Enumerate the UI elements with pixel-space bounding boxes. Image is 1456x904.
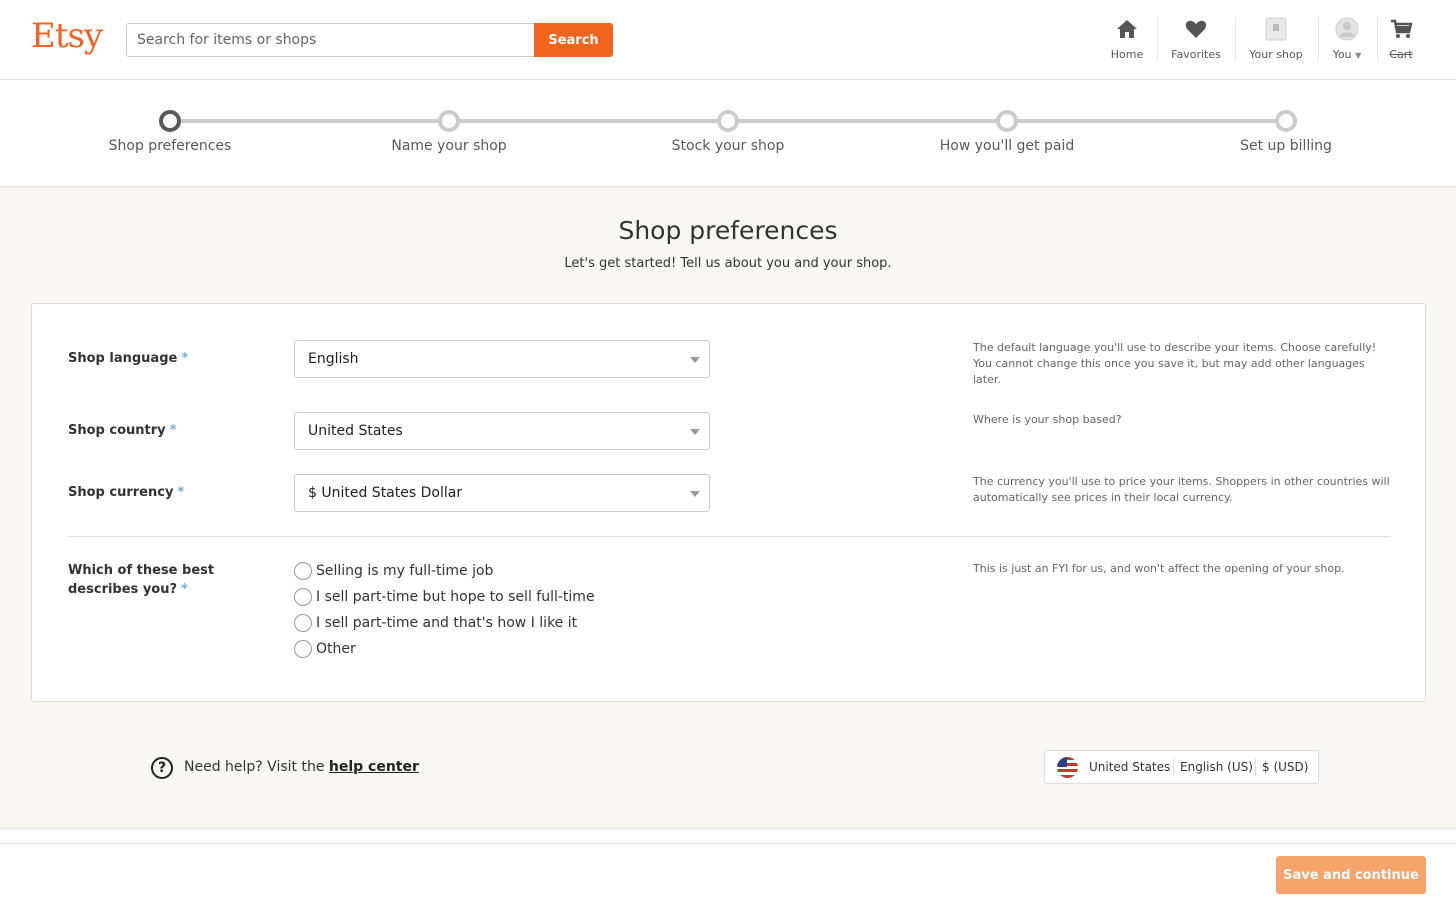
nav-your-shop-label: Your shop <box>1249 48 1303 61</box>
shop-language-label-text: Shop language <box>68 351 178 366</box>
step-label-billing: Set up billing <box>1240 138 1332 154</box>
bottom-action-bar: Save and continue <box>0 843 1456 904</box>
step-label-get-paid: How you'll get paid <box>939 138 1075 154</box>
shop-currency-label-text: Shop currency <box>68 485 174 500</box>
search-input[interactable] <box>126 23 535 57</box>
nav-favorites-label: Favorites <box>1171 48 1221 61</box>
onboarding-stepper: Shop preferences Name your shop Stock yo… <box>0 81 1456 187</box>
nav-divider <box>1318 17 1319 61</box>
shop-currency-select[interactable]: $ United States Dollar <box>294 474 710 512</box>
radio-option-label: Selling is my full-time job <box>316 563 494 579</box>
required-mark: * <box>169 423 177 438</box>
nav-cart-label: Cart <box>1389 48 1413 61</box>
locale-language: English (US) <box>1180 760 1253 774</box>
search-button[interactable]: Search <box>534 23 613 57</box>
radio-button[interactable] <box>294 640 312 658</box>
required-mark: * <box>181 582 188 597</box>
home-icon <box>1117 20 1137 38</box>
nav-you-text: You <box>1332 48 1352 61</box>
shop-currency-help: The currency you'll use to price your it… <box>973 475 1390 504</box>
shop-country-help: Where is your shop based? <box>973 413 1122 426</box>
help-footer-text: Need help? Visit the help center <box>184 759 419 775</box>
required-mark: * <box>181 351 189 366</box>
chevron-down-icon <box>690 491 700 497</box>
nav-you[interactable]: You ▼ <box>1326 17 1368 65</box>
step-dot-name-your-shop <box>438 110 460 132</box>
radio-button[interactable] <box>294 614 312 632</box>
shop-country-select[interactable]: United States <box>294 412 710 450</box>
main-content: Shop preferences Let's get started! Tell… <box>0 187 1456 828</box>
nav-home-label: Home <box>1110 48 1144 61</box>
nav-divider <box>1235 17 1236 61</box>
page-subtitle: Let's get started! Tell us about you and… <box>564 256 892 271</box>
chevron-down-icon <box>690 429 700 435</box>
heart-icon <box>1185 20 1207 38</box>
nav-you-label: You ▼ <box>1326 48 1368 61</box>
shop-currency-label: Shop currency * <box>68 483 184 502</box>
nav-home[interactable]: Home <box>1104 17 1150 65</box>
step-dot-shop-preferences <box>159 110 181 132</box>
required-mark: * <box>177 485 185 500</box>
shop-icon <box>1265 17 1287 41</box>
preferences-form: Shop language * English The default langu… <box>31 303 1426 702</box>
form-divider <box>68 536 1390 537</box>
step-dot-billing <box>1275 110 1297 132</box>
site-header: Etsy Search Home Favorites Your shop You… <box>0 0 1456 80</box>
shop-language-help: The default language you'll use to descr… <box>973 341 1377 386</box>
help-center-link[interactable]: help center <box>329 759 419 775</box>
nav-cart[interactable]: Cart <box>1384 17 1418 65</box>
locale-currency: $ (USD) <box>1262 760 1309 774</box>
page-title: Shop preferences <box>618 216 838 245</box>
locale-divider <box>1255 758 1256 776</box>
etsy-logo[interactable]: Etsy <box>31 16 103 56</box>
describes-you-label: Which of these best describes you? * <box>68 561 214 599</box>
shop-country-label: Shop country * <box>68 421 176 440</box>
shop-language-select[interactable]: English <box>294 340 710 378</box>
us-flag-icon <box>1057 757 1078 778</box>
chevron-down-icon: ▼ <box>1355 51 1362 60</box>
locale-settings-button[interactable]: United States English (US) $ (USD) <box>1044 750 1319 784</box>
locale-divider <box>1173 758 1174 776</box>
radio-button[interactable] <box>294 588 312 606</box>
shop-language-value: English <box>308 351 359 367</box>
step-label-shop-preferences: Shop preferences <box>108 138 232 154</box>
describes-you-help: This is just an FYI for us, and won't af… <box>973 562 1345 575</box>
nav-divider <box>1157 17 1158 61</box>
shop-currency-value: $ United States Dollar <box>308 485 463 501</box>
question-icon: ? <box>151 757 173 779</box>
radio-button[interactable] <box>294 562 312 580</box>
locale-country: United States <box>1089 760 1171 774</box>
cart-icon <box>1391 19 1413 38</box>
shop-country-value: United States <box>308 423 403 439</box>
chevron-down-icon <box>690 357 700 363</box>
step-label-stock-your-shop: Stock your shop <box>671 138 785 154</box>
radio-option-label: I sell part-time and that's how I like i… <box>316 615 578 631</box>
describes-you-label-line2: describes you? <box>68 582 178 597</box>
radio-option-label: Other <box>316 641 356 657</box>
nav-favorites[interactable]: Favorites <box>1166 17 1226 65</box>
shop-language-label: Shop language * <box>68 349 188 368</box>
nav-your-shop[interactable]: Your shop <box>1245 17 1307 65</box>
help-footer-prefix: Need help? Visit the <box>184 759 329 775</box>
step-dot-stock-your-shop <box>717 110 739 132</box>
avatar-icon <box>1335 17 1359 41</box>
nav-divider <box>1377 17 1378 61</box>
step-label-name-your-shop: Name your shop <box>391 138 507 154</box>
describes-you-label-line1: Which of these best <box>68 563 215 578</box>
radio-option-label: I sell part-time but hope to sell full-t… <box>316 589 595 605</box>
step-dot-get-paid <box>996 110 1018 132</box>
shop-country-label-text: Shop country <box>68 423 166 438</box>
footer-separator <box>0 828 1456 843</box>
save-and-continue-button[interactable]: Save and continue <box>1276 856 1426 894</box>
